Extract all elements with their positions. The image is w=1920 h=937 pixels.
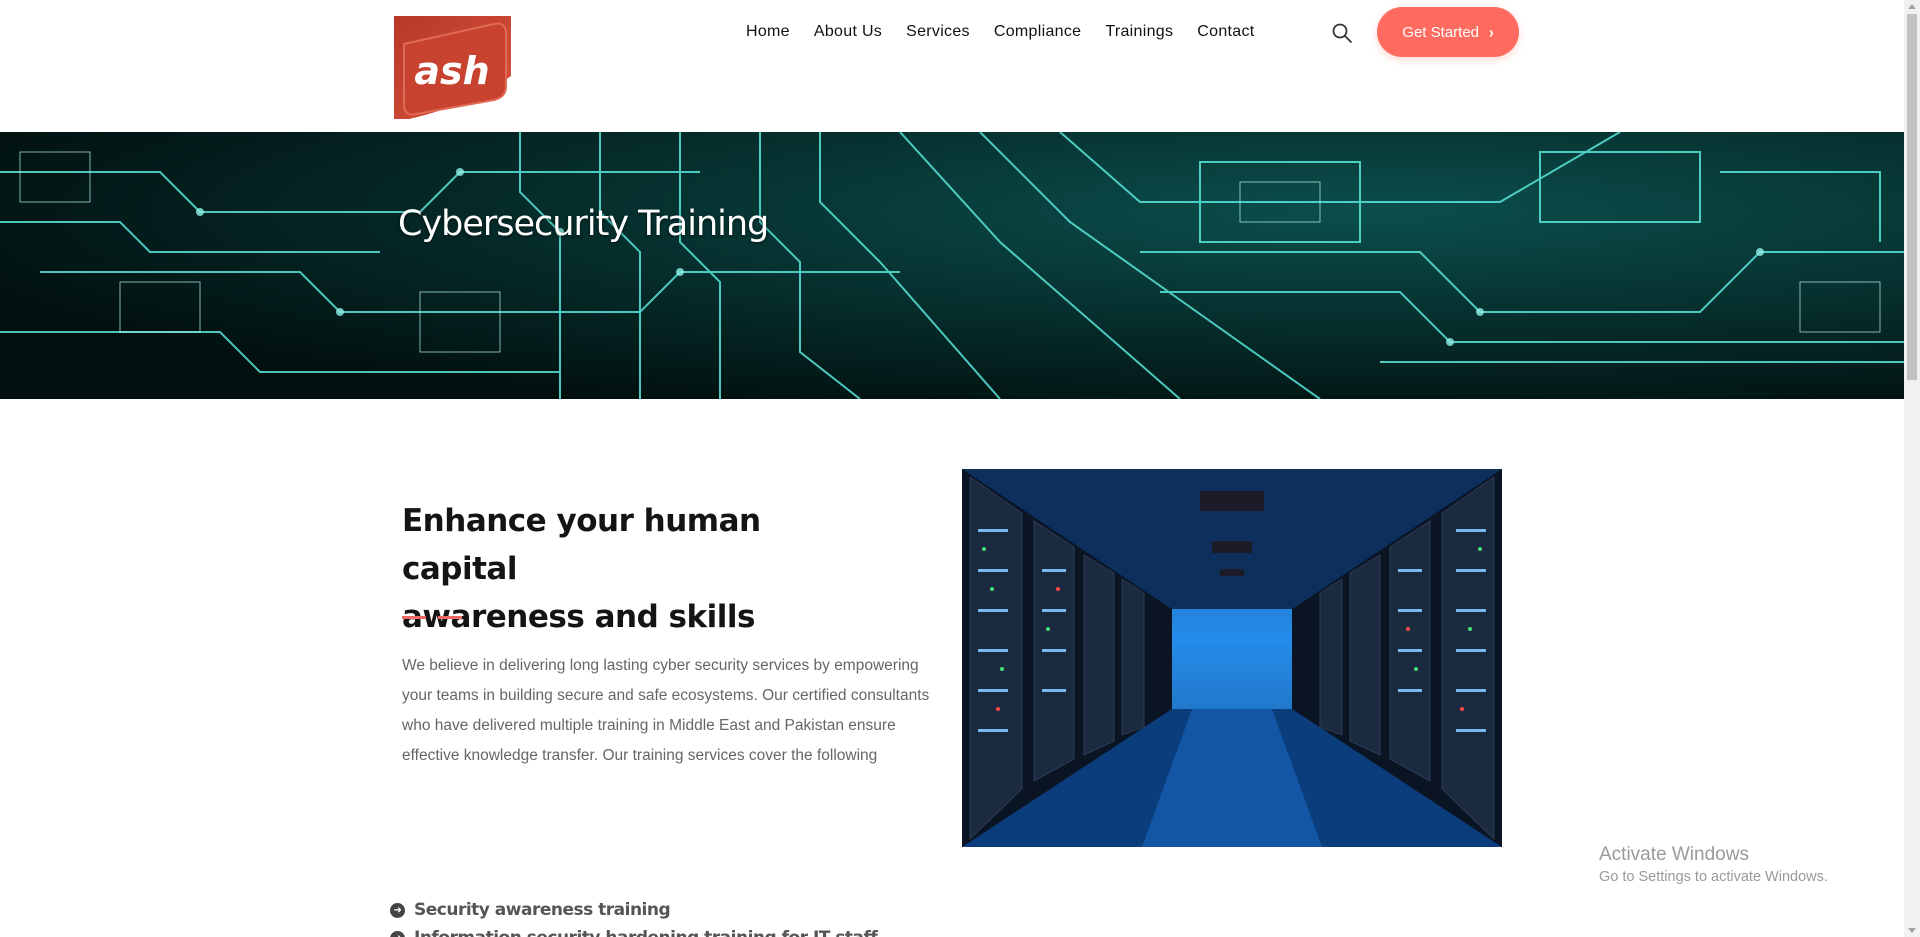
accent-divider-right (438, 616, 462, 619)
server-room-image (962, 469, 1502, 847)
nav-contact[interactable]: Contact (1185, 22, 1266, 42)
activate-windows-subtitle: Go to Settings to activate Windows. (1599, 869, 1828, 885)
page-banner: Cybersecurity Training (0, 132, 1904, 399)
get-started-button[interactable]: Get Started › (1377, 7, 1519, 57)
scroll-down-arrow-icon[interactable] (1908, 928, 1916, 933)
chevron-right-icon: › (1489, 23, 1494, 41)
nav-about-us[interactable]: About Us (802, 22, 894, 42)
vertical-scrollbar[interactable] (1904, 0, 1920, 937)
section-heading-line1: Enhance your human capital (402, 503, 761, 587)
site-header: ash Home About Us Services Compliance Tr… (0, 0, 1904, 132)
svg-text:ash: ash (414, 49, 489, 93)
scroll-up-arrow-icon[interactable] (1908, 4, 1916, 9)
ash-logo[interactable]: ash (394, 16, 511, 119)
list-item: ➜ Security awareness training (390, 896, 877, 924)
nav-trainings[interactable]: Trainings (1093, 22, 1185, 42)
list-item: ➜ Information security hardening trainin… (390, 924, 878, 937)
activate-windows-title: Activate Windows (1599, 844, 1749, 865)
list-item-label: Security awareness training (414, 900, 671, 920)
main-nav: Home About Us Services Compliance Traini… (746, 22, 1267, 42)
page-title: Cybersecurity Training (398, 204, 769, 244)
nav-home[interactable]: Home (746, 22, 802, 42)
get-started-label: Get Started (1402, 23, 1480, 41)
nav-services[interactable]: Services (894, 22, 982, 42)
intro-paragraph: We believe in delivering long lasting cy… (402, 657, 930, 764)
nav-compliance[interactable]: Compliance (982, 22, 1093, 42)
list-item-label: Information security hardening training … (414, 928, 878, 937)
circuit-board-image (0, 132, 1904, 399)
training-list: ➜ Security awareness training ➜ Informat… (390, 896, 878, 937)
search-icon[interactable] (1331, 22, 1353, 44)
scrollbar-thumb[interactable] (1907, 14, 1917, 380)
arrow-circle-icon: ➜ (390, 930, 405, 937)
activate-windows-watermark: Activate Windows Go to Settings to activ… (1599, 843, 1828, 887)
section-heading: Enhance your human capital awareness and… (402, 497, 872, 641)
accent-divider-left (402, 616, 426, 619)
arrow-circle-icon: ➜ (390, 902, 405, 918)
